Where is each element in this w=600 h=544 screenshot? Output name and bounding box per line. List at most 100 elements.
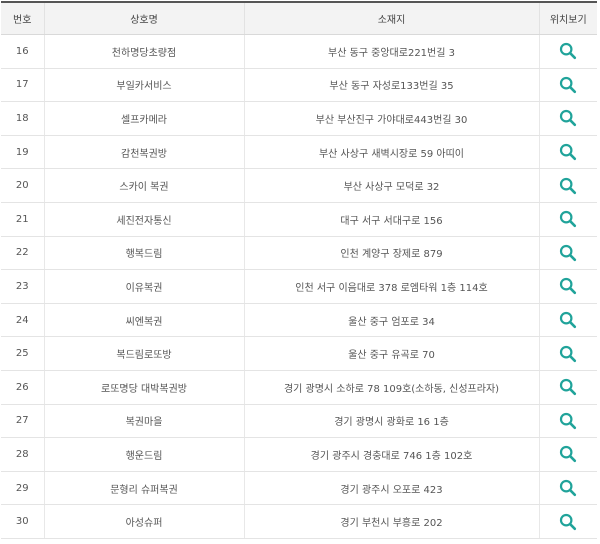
search-icon[interactable]	[558, 512, 578, 532]
header-row: 번호 상호명 소재지 위치보기	[1, 2, 597, 35]
search-icon[interactable]	[558, 108, 578, 128]
table-row: 30 아성슈퍼 경기 부천시 부흥로 202	[1, 504, 597, 539]
store-name: 천하명당초량점	[43, 34, 244, 69]
view-location-cell	[538, 471, 597, 506]
column-header-view-location: 위치보기	[538, 2, 597, 35]
search-icon[interactable]	[558, 142, 578, 162]
search-icon[interactable]	[558, 478, 578, 498]
column-header-address: 소재지	[243, 2, 539, 35]
search-icon[interactable]	[558, 75, 578, 95]
store-list-panel: 번호 상호명 소재지 위치보기 16 천하명당초량점 부산 동구 중앙대로221번길…	[0, 0, 600, 544]
view-location-cell	[538, 68, 597, 103]
view-location-cell	[538, 34, 597, 69]
view-location-cell	[538, 202, 597, 237]
table-row: 23 이유복권 인천 서구 이음대로 378 로엠타워 1층 114호	[1, 269, 597, 304]
view-location-button[interactable]	[558, 108, 578, 128]
view-location-button[interactable]	[558, 41, 578, 61]
table-row: 27 복권마을 경기 광명시 광화로 16 1층	[1, 404, 597, 439]
store-address: 부산 사상구 새벽시장로 59 아띠이	[243, 135, 539, 170]
view-location-cell	[538, 269, 597, 304]
view-location-button[interactable]	[558, 512, 578, 532]
table-row: 17 부일카서비스 부산 동구 자성로133번길 35	[1, 68, 597, 103]
store-address: 대구 서구 서대구로 156	[243, 202, 539, 237]
store-address: 경기 부천시 부흥로 202	[243, 504, 539, 539]
view-location-button[interactable]	[558, 209, 578, 229]
search-icon[interactable]	[558, 209, 578, 229]
row-number: 28	[1, 437, 44, 472]
table-row: 28 행운드림 경기 광주시 경충대로 746 1층 102호	[1, 437, 597, 472]
search-icon[interactable]	[558, 310, 578, 330]
search-icon[interactable]	[558, 411, 578, 431]
row-number: 25	[1, 336, 44, 371]
view-location-button[interactable]	[558, 344, 578, 364]
store-table: 번호 상호명 소재지 위치보기 16 천하명당초량점 부산 동구 중앙대로221번길…	[1, 1, 597, 539]
view-location-cell	[538, 437, 597, 472]
search-icon[interactable]	[558, 176, 578, 196]
row-number: 19	[1, 135, 44, 170]
view-location-cell	[538, 404, 597, 439]
view-location-cell	[538, 101, 597, 136]
store-name: 스카이 복권	[43, 168, 244, 203]
view-location-cell	[538, 370, 597, 405]
store-address: 인천 서구 이음대로 378 로엠타워 1층 114호	[243, 269, 539, 304]
view-location-button[interactable]	[558, 75, 578, 95]
view-location-button[interactable]	[558, 377, 578, 397]
store-name: 부일카서비스	[43, 68, 244, 103]
store-address: 부산 동구 자성로133번길 35	[243, 68, 539, 103]
view-location-button[interactable]	[558, 478, 578, 498]
column-header-number: 번호	[1, 2, 44, 35]
search-icon[interactable]	[558, 444, 578, 464]
row-number: 26	[1, 370, 44, 405]
store-address: 부산 부산진구 가야대로443번길 30	[243, 101, 539, 136]
store-address: 부산 동구 중앙대로221번길 3	[243, 34, 539, 69]
store-address: 울산 중구 엄포로 34	[243, 303, 539, 338]
store-address: 경기 광명시 소하로 78 109호(소하동, 신성프라자)	[243, 370, 539, 405]
table-row: 25 복드림로또방 울산 중구 유곡로 70	[1, 336, 597, 371]
row-number: 18	[1, 101, 44, 136]
view-location-button[interactable]	[558, 310, 578, 330]
view-location-button[interactable]	[558, 411, 578, 431]
search-icon[interactable]	[558, 377, 578, 397]
search-icon[interactable]	[558, 243, 578, 263]
store-address: 인천 계양구 장제로 879	[243, 236, 539, 271]
store-name: 로또명당 대박복권방	[43, 370, 244, 405]
view-location-cell	[538, 336, 597, 371]
search-icon[interactable]	[558, 276, 578, 296]
store-address: 경기 광주시 경충대로 746 1층 102호	[243, 437, 539, 472]
view-location-button[interactable]	[558, 176, 578, 196]
store-name: 복드림로또방	[43, 336, 244, 371]
view-location-cell	[538, 236, 597, 271]
row-number: 24	[1, 303, 44, 338]
table-row: 29 문형리 슈퍼복권 경기 광주시 오포로 423	[1, 471, 597, 506]
row-number: 30	[1, 504, 44, 539]
table-header: 번호 상호명 소재지 위치보기	[1, 2, 597, 35]
view-location-cell	[538, 168, 597, 203]
store-name: 셀프카메라	[43, 101, 244, 136]
search-icon[interactable]	[558, 41, 578, 61]
row-number: 21	[1, 202, 44, 237]
view-location-cell	[538, 303, 597, 338]
table-body: 16 천하명당초량점 부산 동구 중앙대로221번길 3 17 부일카서비스 부산 동구 …	[1, 34, 597, 539]
table-row: 16 천하명당초량점 부산 동구 중앙대로221번길 3	[1, 34, 597, 69]
view-location-button[interactable]	[558, 142, 578, 162]
search-icon[interactable]	[558, 344, 578, 364]
row-number: 23	[1, 269, 44, 304]
store-address: 경기 광주시 오포로 423	[243, 471, 539, 506]
view-location-button[interactable]	[558, 276, 578, 296]
view-location-button[interactable]	[558, 444, 578, 464]
store-name: 문형리 슈퍼복권	[43, 471, 244, 506]
row-number: 16	[1, 34, 44, 69]
table-row: 22 행복드림 인천 계양구 장제로 879	[1, 236, 597, 271]
store-name: 이유복권	[43, 269, 244, 304]
row-number: 20	[1, 168, 44, 203]
view-location-button[interactable]	[558, 243, 578, 263]
store-address: 경기 광명시 광화로 16 1층	[243, 404, 539, 439]
store-name: 씨엔복권	[43, 303, 244, 338]
row-number: 22	[1, 236, 44, 271]
column-header-name: 상호명	[43, 2, 244, 35]
store-name: 아성슈퍼	[43, 504, 244, 539]
table-row: 24 씨엔복권 울산 중구 엄포로 34	[1, 303, 597, 338]
table-row: 26 로또명당 대박복권방 경기 광명시 소하로 78 109호(소하동, 신성프라…	[1, 370, 597, 405]
store-name: 복권마을	[43, 404, 244, 439]
store-name: 행복드림	[43, 236, 244, 271]
